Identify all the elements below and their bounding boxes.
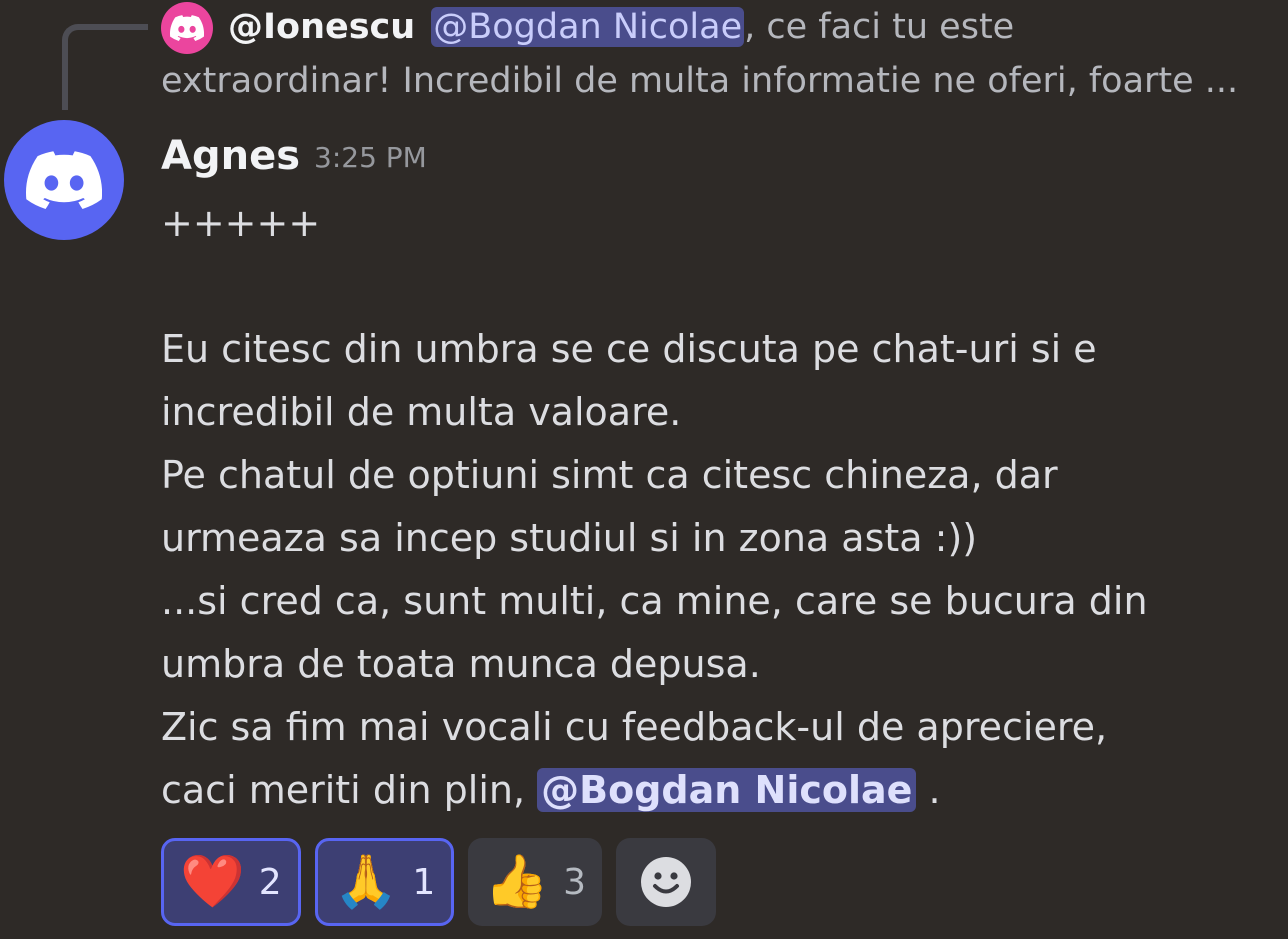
message-line: incredibil de multa valoare. bbox=[161, 390, 682, 434]
thumbs-up-emoji-icon: 👍 bbox=[484, 852, 550, 912]
message-last-line: caci meriti din plin, @Bogdan Nicolae . bbox=[161, 759, 1271, 822]
message-timestamp[interactable]: 3:25 PM bbox=[314, 138, 427, 178]
author-avatar[interactable] bbox=[4, 120, 124, 240]
message-line: +++++ bbox=[161, 201, 321, 245]
message-author[interactable]: Agnes bbox=[161, 128, 300, 184]
reaction-count: 1 bbox=[412, 861, 436, 903]
message-content: +++++ Eu citesc din umbra se ce discuta … bbox=[161, 192, 1271, 822]
reactions-bar: ❤️ 2 🙏 1 👍 3 bbox=[161, 838, 716, 926]
folded-hands-emoji-icon: 🙏 bbox=[333, 852, 399, 912]
reaction-count: 3 bbox=[563, 861, 586, 903]
reaction-thumbs-up[interactable]: 👍 3 bbox=[468, 838, 602, 926]
reply-preview-line[interactable]: @Ionescu @Bogdan Nicolae, ce faci tu este bbox=[228, 2, 1268, 52]
reply-mention[interactable]: @Bogdan Nicolae bbox=[431, 7, 745, 47]
message-line: umbra de toata munca depusa. bbox=[161, 642, 761, 686]
message-text: . bbox=[916, 768, 941, 812]
message-line: Eu citesc din umbra se ce discuta pe cha… bbox=[161, 327, 1097, 371]
message-line: Pe chatul de optiuni simt ca citesc chin… bbox=[161, 453, 1058, 497]
reaction-count: 2 bbox=[258, 861, 282, 903]
reply-text: , ce faci tu este bbox=[744, 7, 1015, 47]
reaction-pray[interactable]: 🙏 1 bbox=[314, 838, 455, 926]
reply-author[interactable]: @Ionescu bbox=[228, 7, 415, 47]
reaction-heart[interactable]: ❤️ 2 bbox=[161, 838, 301, 926]
heart-emoji-icon: ❤️ bbox=[180, 852, 245, 912]
discord-logo-icon bbox=[26, 151, 102, 209]
message-text: caci meriti din plin, bbox=[161, 768, 538, 812]
reply-connector bbox=[62, 24, 148, 110]
discord-logo-icon bbox=[170, 15, 204, 41]
message-line: ...si cred ca, sunt multi, ca mine, care… bbox=[161, 579, 1148, 623]
message-line: Zic sa fim mai vocali cu feedback-ul de … bbox=[161, 705, 1108, 749]
message-view: @Ionescu @Bogdan Nicolae, ce faci tu este… bbox=[0, 0, 1288, 939]
reply-preview-continuation[interactable]: extraordinar! Incredibil de multa inform… bbox=[161, 56, 1271, 106]
user-mention[interactable]: @Bogdan Nicolae bbox=[537, 768, 917, 812]
reply-avatar[interactable] bbox=[161, 2, 213, 54]
smiley-icon bbox=[640, 857, 691, 907]
add-reaction-button[interactable] bbox=[615, 838, 716, 926]
message-line: urmeaza sa incep studiul si in zona asta… bbox=[161, 516, 978, 560]
